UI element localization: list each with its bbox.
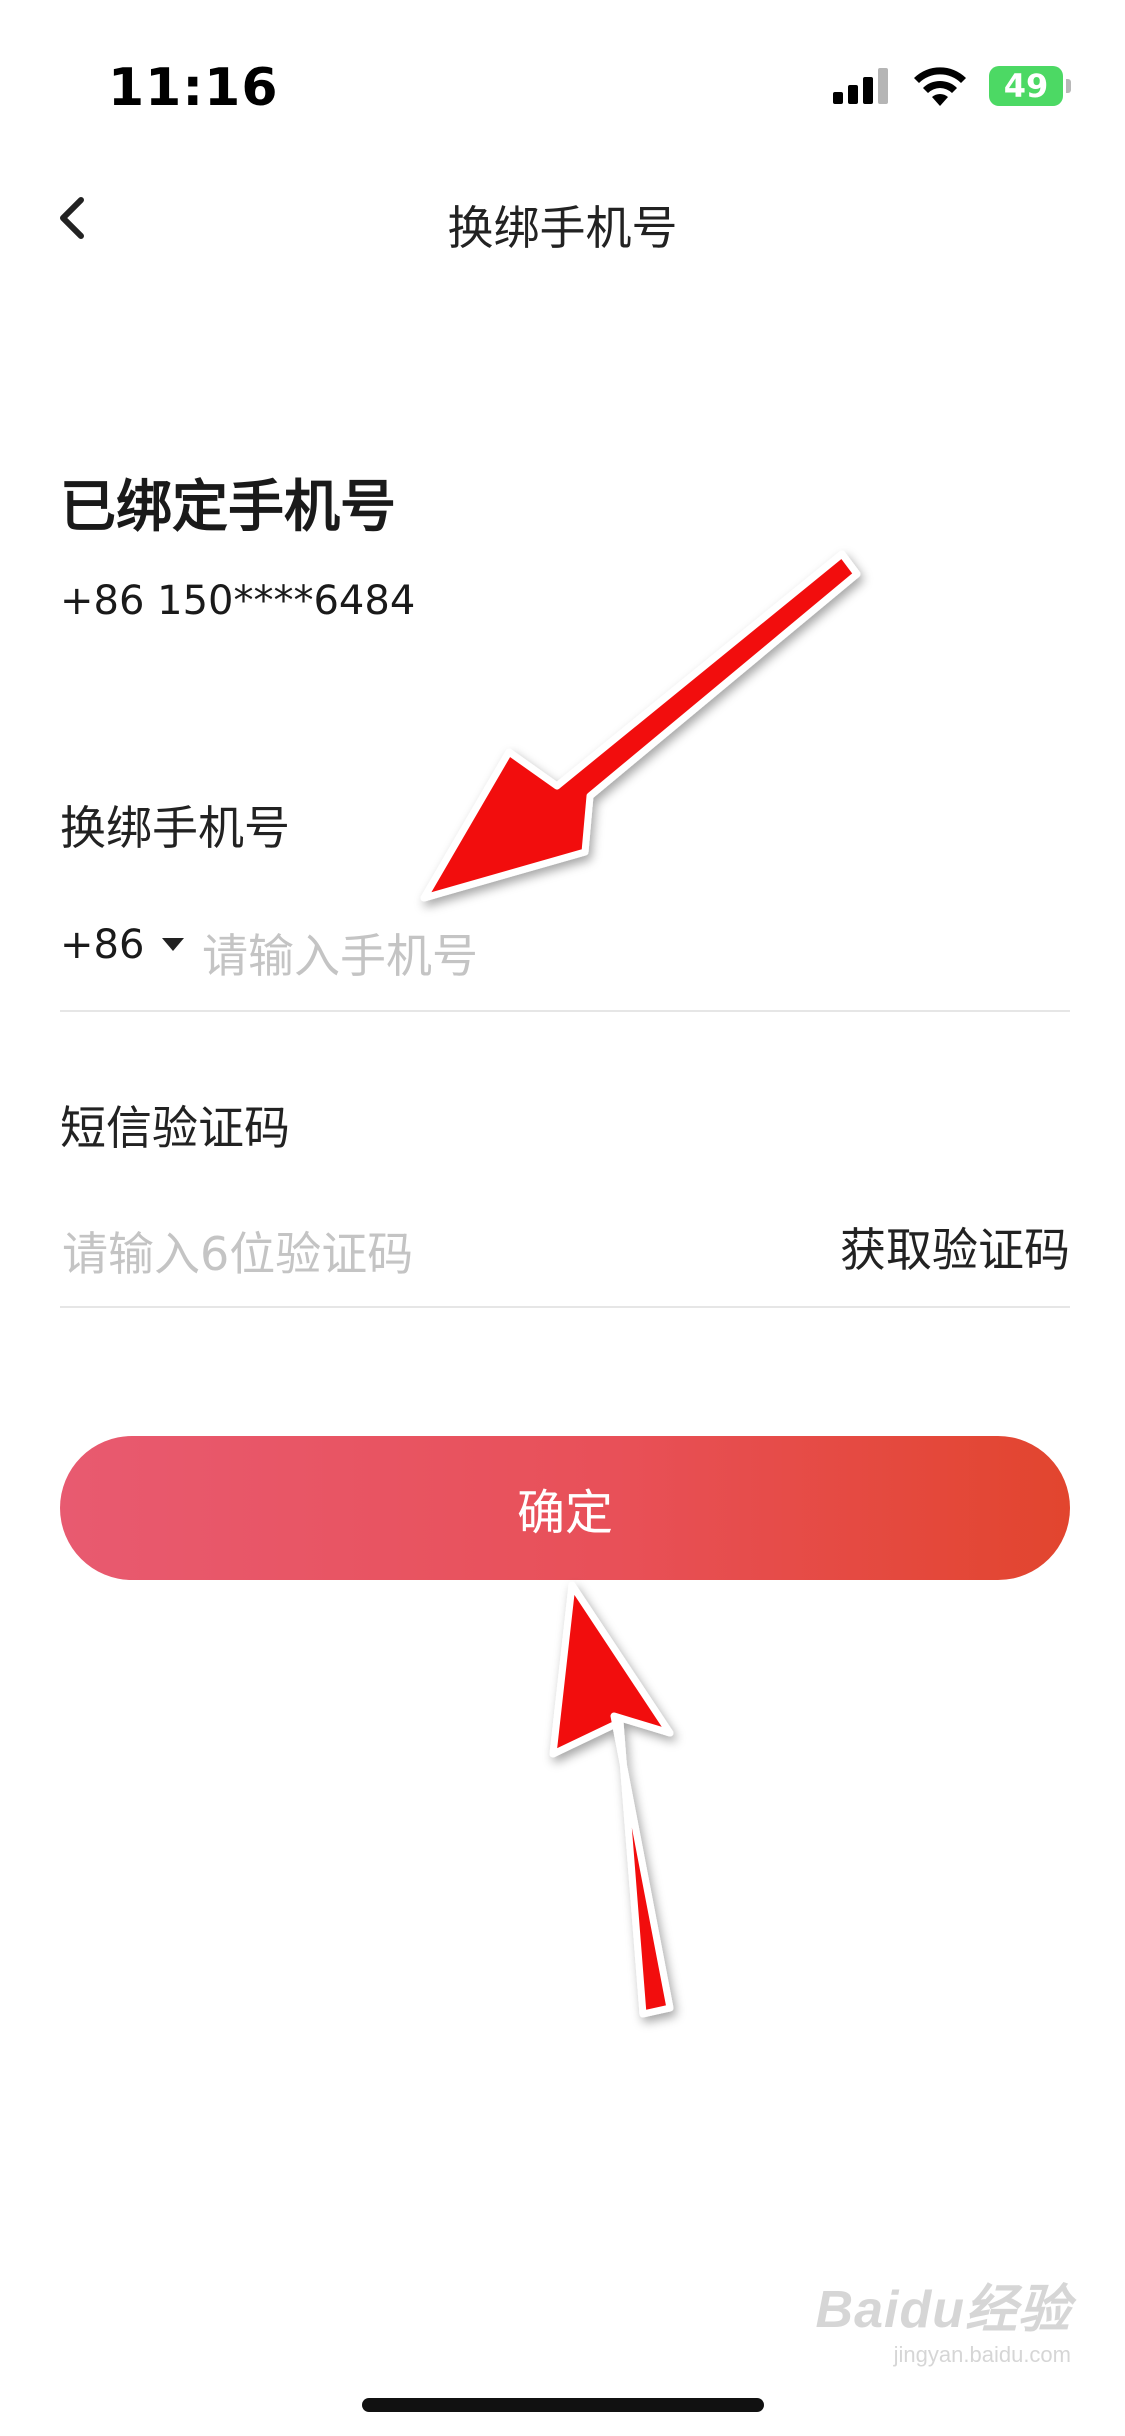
country-code-value: +86 [60,922,145,968]
new-phone-row: +86 [60,900,1070,1012]
battery-charging-icon: 49 [989,66,1071,106]
wifi-icon [914,67,966,106]
sms-code-input[interactable] [60,1218,764,1290]
sms-code-row: 获取验证码 [60,1196,1070,1308]
watermark-url: jingyan.baidu.com [893,2342,1071,2367]
get-code-button[interactable]: 获取验证码 [840,1214,1070,1280]
arrow-to-phone-input-icon [420,550,861,902]
watermark: Baidu经验 jingyan.baidu.com [816,2267,1071,2368]
phone-input[interactable] [200,920,1024,992]
confirm-button[interactable]: 确定 [60,1436,1070,1580]
bound-phone-number: +86 150****6484 [60,578,416,624]
status-time: 11:16 [108,58,279,118]
home-indicator[interactable] [362,2398,764,2412]
watermark-logo: Baidu经验 [815,2281,1071,2339]
nav-bar: 换绑手机号 [0,160,1125,280]
country-code-selector[interactable]: +86 [60,922,185,968]
battery-level: 49 [1003,67,1049,105]
new-phone-label: 换绑手机号 [60,801,290,855]
signal-icon [833,68,888,104]
arrow-to-confirm-button-icon [549,1581,674,2018]
status-icons: 49 [833,66,1071,106]
caret-down-icon [162,938,185,951]
page-title: 换绑手机号 [447,201,678,255]
bound-phone-heading: 已绑定手机号 [60,475,396,540]
status-bar: 11:16 49 [0,0,1125,140]
sms-code-label: 短信验证码 [60,1101,290,1155]
